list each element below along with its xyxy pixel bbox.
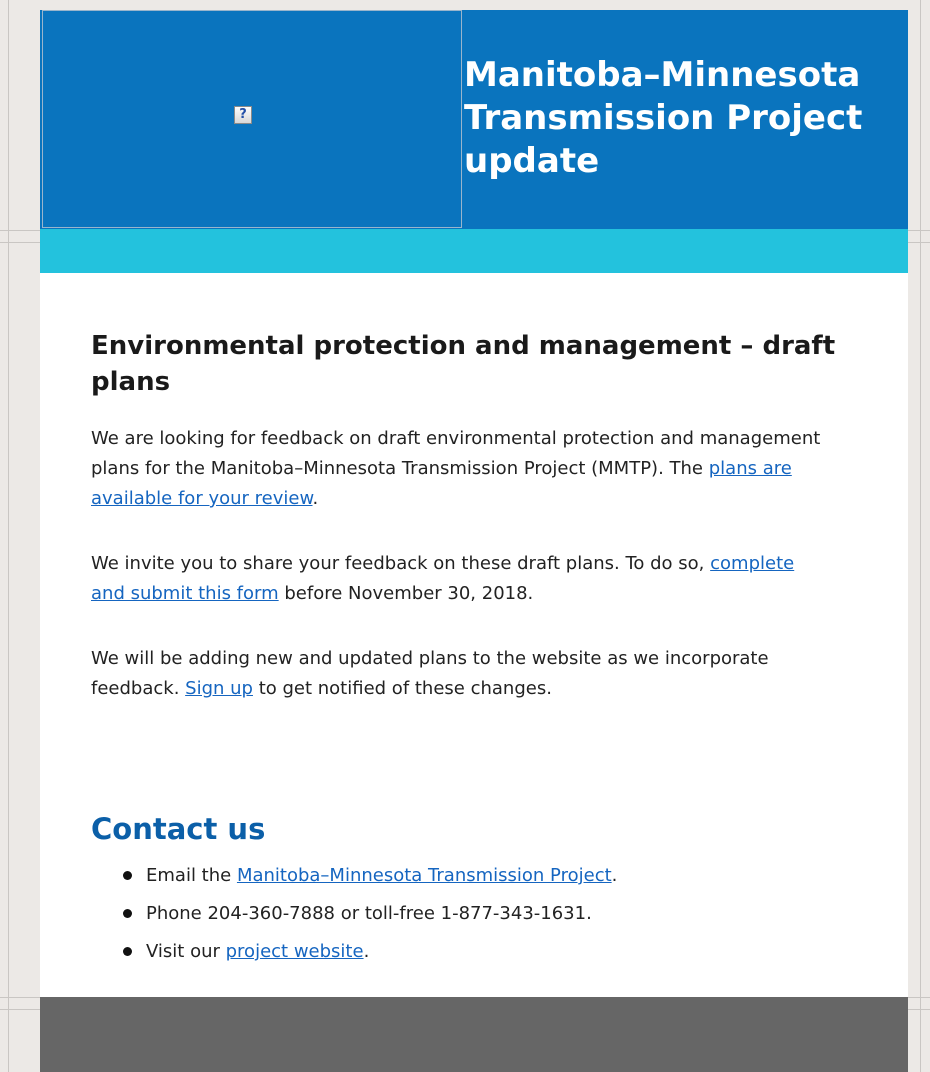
frame-line <box>920 0 921 1072</box>
paragraph-updates: We will be adding new and updated plans … <box>91 644 831 704</box>
email-body: ? Manitoba–Minnesota Transmission Projec… <box>40 10 908 1072</box>
contact-text: Email the <box>146 865 237 886</box>
project-website-link[interactable]: project website <box>226 941 364 962</box>
paragraph-text: to get notified of these changes. <box>252 678 552 699</box>
broken-image-icon: ? <box>234 106 252 124</box>
email-footer <box>40 997 908 1072</box>
contact-phone: Phone 204-360-7888 or toll-free 1-877-34… <box>146 903 592 924</box>
contact-text: . <box>363 941 370 962</box>
paragraph-invite: We invite you to share your feedback on … <box>91 549 831 609</box>
frame-line <box>8 0 9 1072</box>
contact-list: Email the Manitoba–Minnesota Transmissio… <box>91 861 831 975</box>
email-project-link[interactable]: Manitoba–Minnesota Transmission Project <box>237 865 612 886</box>
list-item: Phone 204-360-7888 or toll-free 1-877-34… <box>91 899 831 937</box>
contact-text: . <box>611 865 618 886</box>
list-item: Visit our project website. <box>91 937 831 975</box>
paragraph-feedback: We are looking for feedback on draft env… <box>91 424 831 514</box>
email-header: ? Manitoba–Minnesota Transmission Projec… <box>40 10 908 229</box>
sign-up-link[interactable]: Sign up <box>185 678 253 699</box>
contact-heading: Contact us <box>91 812 266 846</box>
paragraph-text: before November 30, 2018. <box>278 583 534 604</box>
paragraph-text: . <box>312 488 319 509</box>
list-item: Email the Manitoba–Minnesota Transmissio… <box>91 861 831 899</box>
article-heading: Environmental protection and management … <box>91 331 836 397</box>
bullet-icon <box>123 947 132 956</box>
bullet-icon <box>123 871 132 880</box>
logo-cell: ? <box>42 10 462 228</box>
accent-band <box>40 229 908 273</box>
contact-text: Visit our <box>146 941 226 962</box>
newsletter-title: Manitoba–Minnesota Transmission Project … <box>464 55 863 181</box>
email-content: Environmental protection and management … <box>40 273 908 997</box>
bullet-icon <box>123 909 132 918</box>
paragraph-text: We invite you to share your feedback on … <box>91 553 711 574</box>
